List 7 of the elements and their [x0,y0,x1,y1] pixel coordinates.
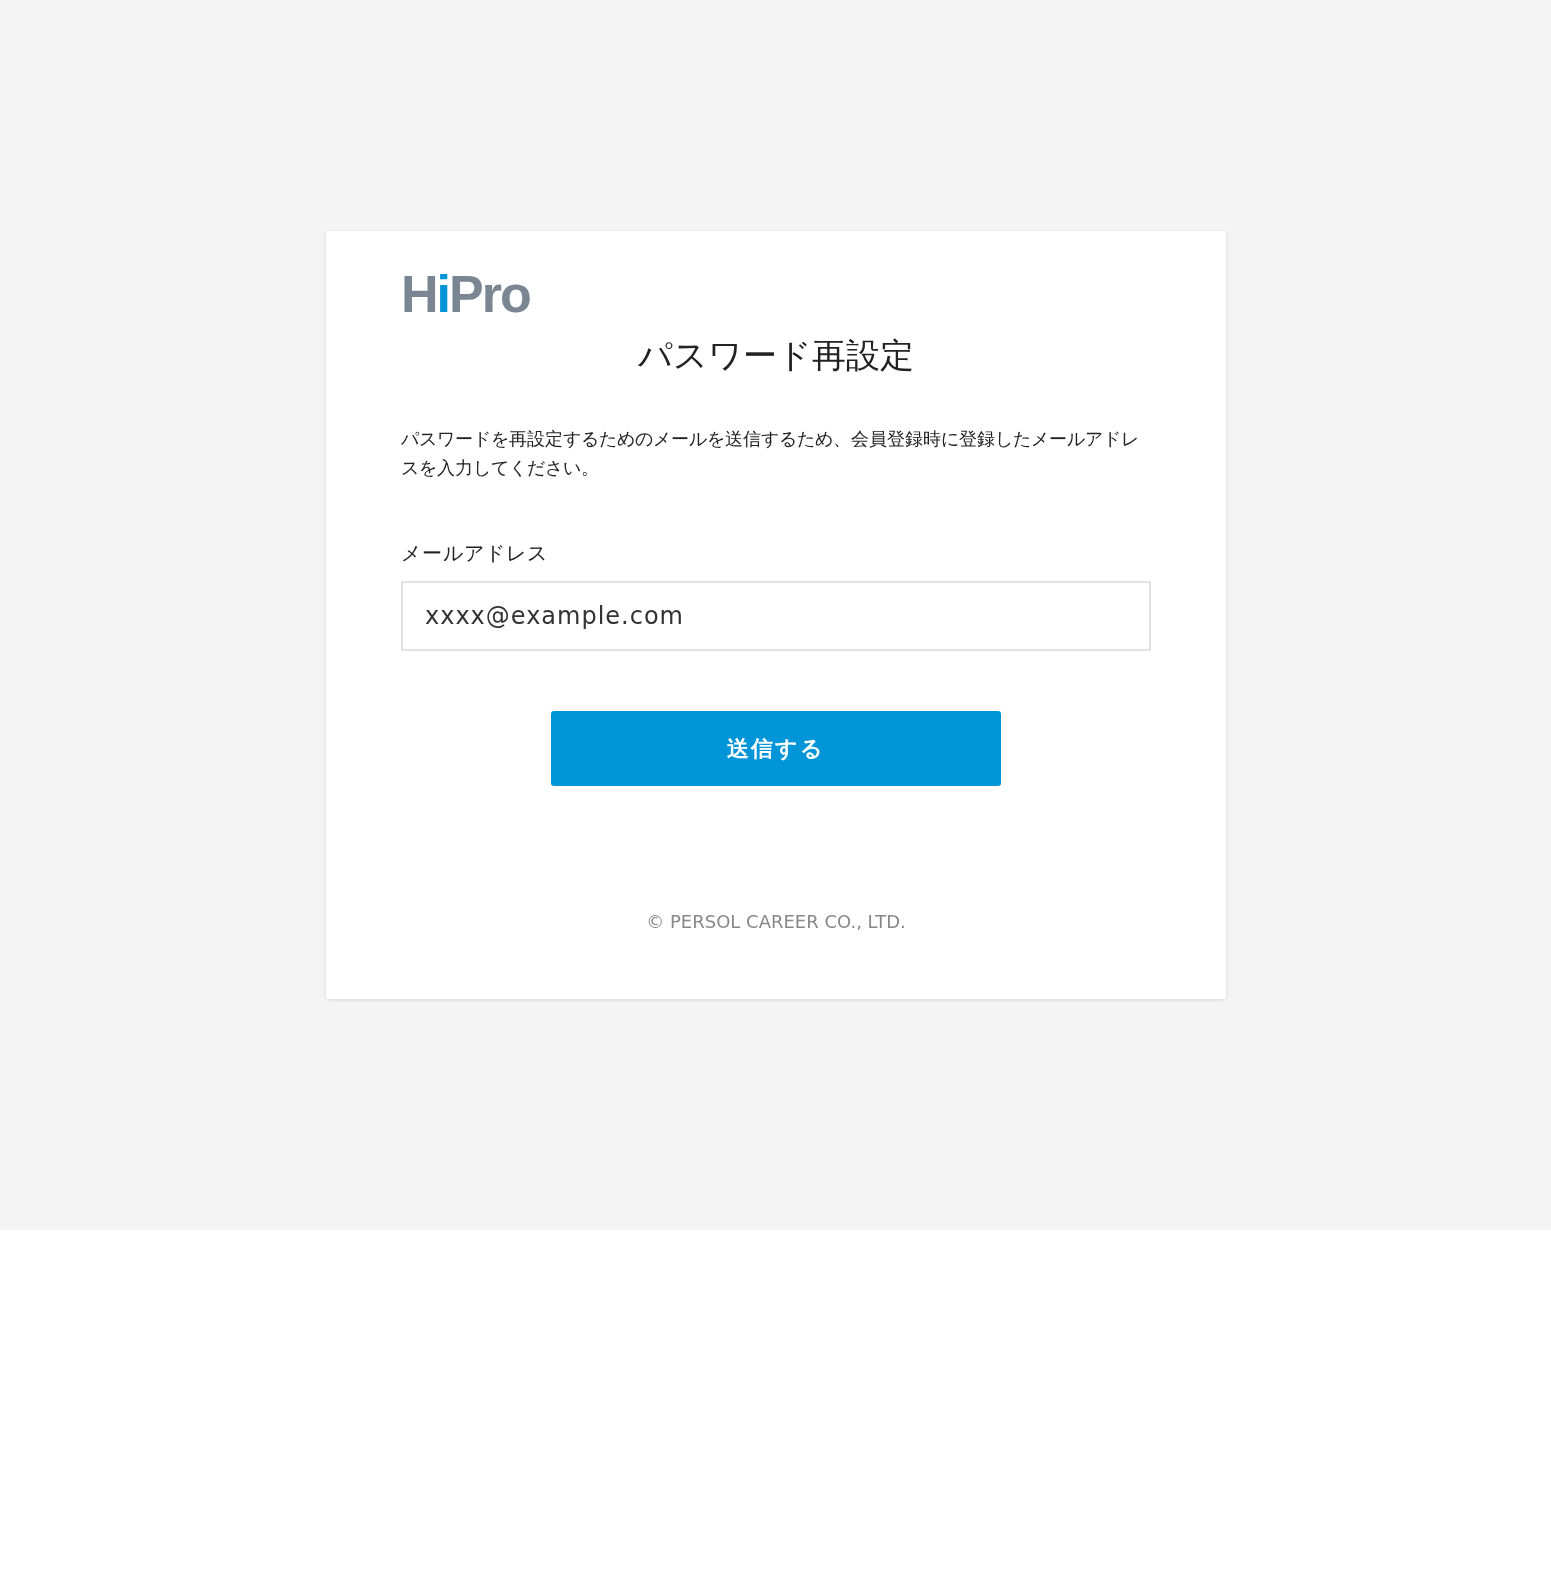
field-label: メールアドレス [401,540,549,567]
logo: HiPro [401,271,530,317]
email-input-field[interactable]: xxxx@example.com [401,581,1151,651]
copyright-text: © PERSOL CAREER CO., LTD. [645,911,907,932]
page-title: パスワード再設定 [637,334,915,377]
description-text: パスワードを再設定するためのメールを送信するため、会員登録時に登録したメールアドレスを入力してください。 [401,428,1140,480]
submit-button[interactable]: 送信する [551,711,1001,786]
